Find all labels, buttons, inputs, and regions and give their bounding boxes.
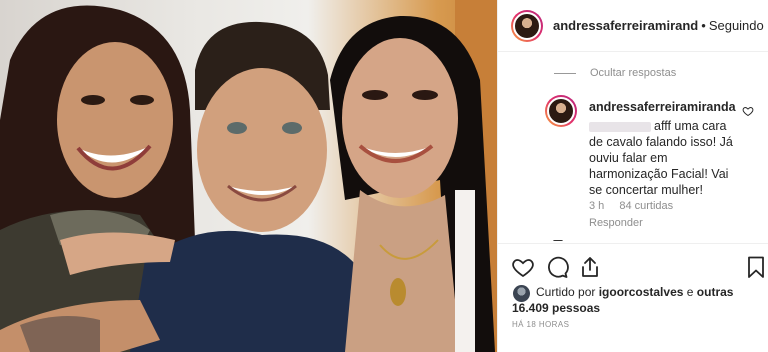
commenter-username[interactable]: andressaferreiramiranda bbox=[589, 99, 739, 115]
comment-icon[interactable] bbox=[545, 255, 569, 279]
share-icon[interactable] bbox=[578, 255, 602, 279]
hide-replies-label: Ocultar respostas bbox=[590, 67, 677, 79]
post-photo[interactable] bbox=[0, 0, 497, 352]
likes-prefix: Curtido por bbox=[536, 285, 596, 299]
author-username[interactable]: andressaferreiramirand bbox=[553, 18, 698, 33]
hide-replies-button[interactable]: Ocultar respostas bbox=[554, 67, 676, 79]
separator-dot: • bbox=[701, 18, 706, 33]
likes-text: Curtido por igoorcostalves e outras 16.4… bbox=[512, 284, 752, 316]
divider-line bbox=[554, 72, 576, 74]
post-header: andressaferreiramirand • Seguindo bbox=[498, 0, 768, 52]
comments-section: Ocultar respostas andressaferreiramirand… bbox=[498, 53, 768, 241]
liker-username[interactable]: igoorcostalves bbox=[599, 285, 684, 299]
selfie-photo bbox=[0, 0, 497, 352]
heart-icon[interactable] bbox=[511, 255, 535, 279]
avatar-image bbox=[547, 97, 575, 125]
author-avatar[interactable] bbox=[511, 10, 543, 42]
commenter-avatar[interactable] bbox=[545, 95, 577, 127]
post-timestamp[interactable]: HÁ 18 HORAS bbox=[512, 320, 569, 329]
bookmark-icon[interactable] bbox=[744, 255, 768, 279]
blurred-mention bbox=[589, 121, 651, 132]
header-text: andressaferreiramirand • Seguindo bbox=[553, 18, 764, 33]
comment-body: andressaferreiramiranda afff uma cara de… bbox=[589, 99, 739, 198]
reply-button[interactable]: Responder bbox=[589, 217, 643, 229]
comment-meta: 3 h 84 curtidas bbox=[589, 200, 685, 212]
comment-likes[interactable]: 84 curtidas bbox=[619, 200, 673, 212]
avatar-image bbox=[513, 12, 541, 40]
likes-connector: e bbox=[686, 285, 694, 299]
more-replies-indicator bbox=[553, 240, 563, 241]
comment-like-heart-icon[interactable] bbox=[742, 105, 754, 117]
following-button[interactable]: Seguindo bbox=[709, 18, 764, 33]
post-sidebar: andressaferreiramirand • Seguindo Ocultar … bbox=[497, 0, 768, 352]
likes-summary: Curtido por igoorcostalves e outras 16.4… bbox=[498, 282, 768, 318]
comment-age: 3 h bbox=[589, 200, 605, 212]
